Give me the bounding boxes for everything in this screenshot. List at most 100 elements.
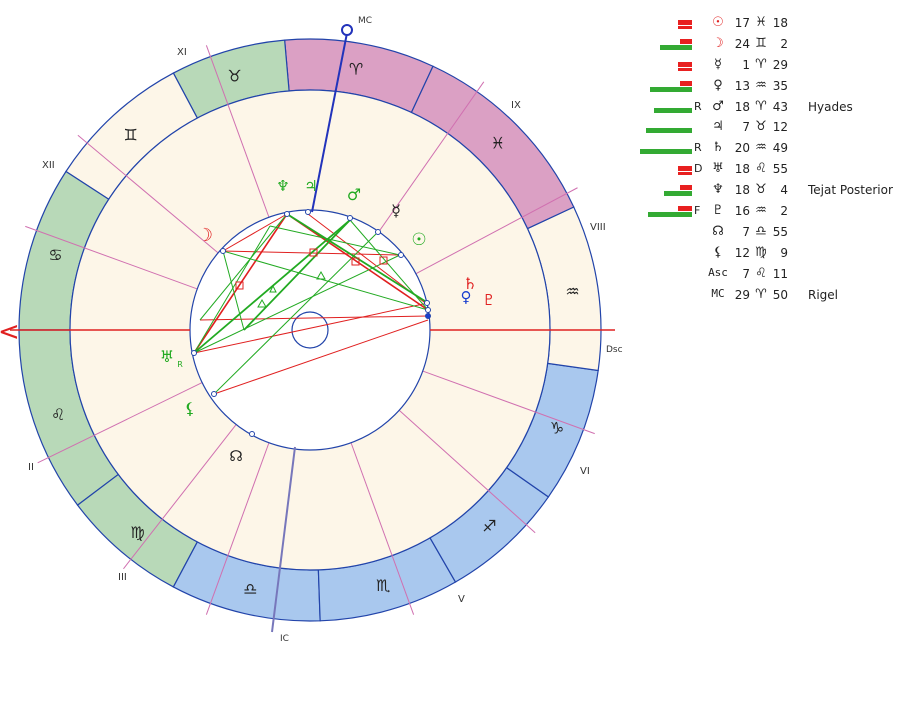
position-row: ☿ 1 ♈ 29 <box>640 56 898 77</box>
position-row: MC 29 ♈ 50 Rigel <box>640 286 898 307</box>
red-strength-bar <box>680 38 692 44</box>
sign-glyph: ♒ <box>755 140 767 156</box>
red-strength-bar <box>678 206 692 212</box>
house-label-ii: II <box>28 462 34 473</box>
degree-value: 16 <box>734 204 750 219</box>
strength-bars <box>640 38 692 51</box>
dsc-label: Dsc <box>606 345 623 355</box>
ic-label: IC <box>280 634 289 644</box>
sign-glyph-scorpio: ♏ <box>376 576 390 595</box>
planet-glyph: ⚸ <box>713 244 723 260</box>
red-strength-bar <box>678 67 692 71</box>
planet-dot <box>249 431 255 437</box>
planet-glyph: ☽ <box>712 35 724 51</box>
sign-glyph: ♌ <box>755 161 767 177</box>
fixed-star-name: Rigel <box>808 287 839 302</box>
degree-value: 13 <box>734 78 750 93</box>
motion-flag: R <box>694 141 702 155</box>
minute-value: 2 <box>780 204 788 219</box>
position-row: R ♄ 20 ♒ 49 <box>640 139 898 160</box>
planet-dot <box>284 211 290 217</box>
red-strength-bar <box>680 80 692 86</box>
planet-dot <box>211 391 217 397</box>
planet-glyph: ♇ <box>712 203 724 219</box>
planet-glyph: ♄ <box>712 140 724 156</box>
asc-marker: < <box>0 317 20 347</box>
position-row: Asc 7 ♌ 11 <box>640 265 898 286</box>
sign-glyph-libra: ♎ <box>243 580 257 599</box>
planet-dot <box>347 215 353 221</box>
sign-glyph: ♉ <box>755 119 767 135</box>
house-label-xi: XI <box>177 47 187 58</box>
strength-bars <box>640 164 692 176</box>
strength-bars <box>640 102 692 114</box>
planet-glyph: ♂ <box>712 98 724 114</box>
sign-glyph-leo: ♌ <box>51 405 65 424</box>
sign-glyph: ♈ <box>755 286 767 302</box>
sign-glyph-aries: ♈ <box>349 60 363 79</box>
house-label-vi: VI <box>580 466 590 477</box>
planet-dot <box>220 248 226 254</box>
position-row: R ♂ 18 ♈ 43 Hyades <box>640 98 898 119</box>
minute-value: 55 <box>772 224 788 239</box>
natal-chart-wheel: ♈♉♊♋♌♍♎ ♏♐♑♒♓ ☽ ♆ ♃ ♂ ☿ ☉ ♄ ♀ ♇ ♅ R ⚸ ☊ … <box>0 16 623 644</box>
planet-glyph: ♅ <box>712 161 724 177</box>
position-row: ♃ 7 ♉ 12 <box>640 118 898 139</box>
sign-glyph-sagittarius: ♐ <box>482 517 496 536</box>
degree-value: 17 <box>734 16 750 30</box>
mercury-glyph: ☿ <box>391 201 401 220</box>
sign-glyph-virgo: ♍ <box>130 523 144 542</box>
degree-value: 18 <box>734 162 750 177</box>
planet-glyph: ☿ <box>714 56 722 72</box>
degree-value: 29 <box>734 287 750 302</box>
minute-value: 55 <box>772 162 788 177</box>
sun-glyph: ☉ <box>411 230 426 250</box>
sign-glyph: ♌ <box>755 265 767 281</box>
sign-glyph: ♒ <box>755 77 767 93</box>
degree-value: 18 <box>734 183 750 198</box>
degree-value: 20 <box>734 141 750 156</box>
node-glyph: ☊ <box>229 447 242 465</box>
minute-value: 4 <box>780 183 788 198</box>
green-strength-bar <box>640 149 692 155</box>
house-label-viii: VIII <box>590 222 606 233</box>
moon-glyph: ☽ <box>197 225 213 246</box>
minute-value: 11 <box>772 266 788 281</box>
uranus-retro-mark: R <box>177 360 183 369</box>
position-row: D ♅ 18 ♌ 55 <box>640 160 898 181</box>
strength-bars <box>640 18 692 30</box>
planet-glyph: ☉ <box>712 15 724 30</box>
position-row: F ♇ 16 ♒ 2 <box>640 202 898 223</box>
planet-position-table: ☉ 17 ♓ 18 ☽ 24 ♊ 2 ☿ 1 ♈ 29 ♀ 13 ♒ 35 R ♂ 18 ♈ 43 Hyades ♃ 7 ♉ 12… <box>640 14 898 306</box>
planet-dot <box>305 209 311 215</box>
position-row: ☊ 7 ♎ 55 <box>640 223 898 244</box>
sign-glyph: ♓ <box>755 15 767 30</box>
degree-value: 12 <box>734 245 750 260</box>
minute-value: 18 <box>772 16 788 30</box>
minute-value: 12 <box>772 120 788 135</box>
sign-glyph: ♈ <box>755 98 767 114</box>
minute-value: 50 <box>772 287 788 302</box>
planet-dot <box>398 252 404 258</box>
strength-bars <box>640 248 692 260</box>
mc-marker <box>341 24 353 36</box>
planet-glyph: ♆ <box>712 182 724 198</box>
venus-glyph: ♀ <box>461 288 472 306</box>
planet-dot <box>191 350 197 356</box>
strength-bars <box>640 206 692 218</box>
red-strength-bar <box>678 61 692 67</box>
green-strength-bar <box>660 44 692 50</box>
strength-bars <box>640 60 692 72</box>
strength-bars <box>640 227 692 239</box>
motion-flag: R <box>694 99 702 113</box>
minute-value: 49 <box>772 141 788 156</box>
position-row: ⚸ 12 ♍ 9 <box>640 244 898 265</box>
degree-value: 7 <box>742 224 750 239</box>
red-strength-bar <box>678 166 692 172</box>
planet-glyph: ♃ <box>712 119 724 135</box>
red-strength-bar <box>680 185 692 191</box>
position-row: ☽ 24 ♊ 2 <box>640 35 898 56</box>
sign-glyph-gemini: ♊ <box>123 125 137 144</box>
house-label-xii: XII <box>42 160 55 171</box>
planet-dot <box>375 229 381 235</box>
